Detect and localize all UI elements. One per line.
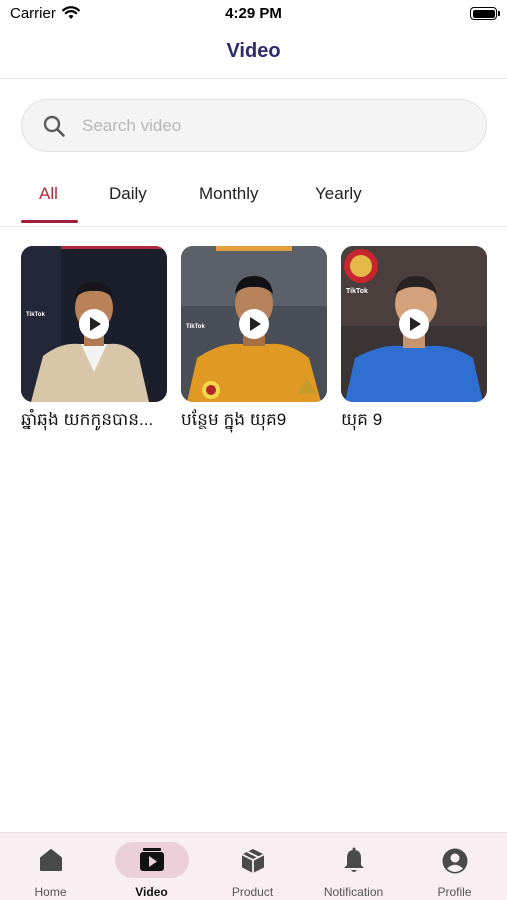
tab-yearly[interactable]: Yearly <box>315 184 362 204</box>
play-icon[interactable] <box>399 309 429 339</box>
tiktok-watermark: TikTok <box>26 312 45 318</box>
video-card[interactable]: TikTok ឆ្នាំឆុង យកកូនបាន... <box>21 246 167 434</box>
video-thumbnail[interactable]: TikTok <box>341 246 487 402</box>
video-card[interactable]: TikTok យុគ 9 <box>341 246 487 434</box>
search-bar[interactable] <box>21 99 487 152</box>
home-icon <box>38 847 64 878</box>
nav-notification-label: Notification <box>323 885 384 899</box>
bottom-navigation: Home Video Product Notification Profile <box>0 832 507 900</box>
nav-home-label: Home <box>34 885 67 899</box>
tab-daily[interactable]: Daily <box>109 184 147 204</box>
nav-home[interactable]: Home <box>0 833 101 900</box>
video-icon <box>138 847 166 878</box>
tiktok-watermark: TikTok <box>186 324 205 330</box>
box-icon <box>239 847 267 880</box>
battery-icon <box>470 7 500 20</box>
search-icon <box>42 114 66 143</box>
nav-product[interactable]: Product <box>202 833 303 900</box>
header-divider <box>0 78 507 79</box>
nav-profile[interactable]: Profile <box>404 833 505 900</box>
bell-icon <box>341 847 367 880</box>
nav-notification[interactable]: Notification <box>303 833 404 900</box>
video-thumbnail[interactable]: TikTok <box>181 246 327 402</box>
video-card[interactable]: TikTok បន្ថែម ក្នុង យុគ9 <box>181 246 327 434</box>
tabs-divider <box>0 226 507 227</box>
tiktok-watermark: TikTok <box>346 288 368 295</box>
filter-tabs: All Daily Monthly Yearly <box>0 176 507 226</box>
nav-product-label: Product <box>231 885 274 899</box>
tab-all[interactable]: All <box>39 184 58 204</box>
page-title: Video <box>226 40 281 62</box>
nav-video-label: Video <box>135 885 168 899</box>
video-title: យុគ 9 <box>341 410 383 429</box>
nav-video[interactable]: Video <box>101 833 202 900</box>
search-input[interactable] <box>82 100 462 151</box>
user-circle-icon <box>441 847 469 880</box>
video-thumbnail[interactable]: TikTok <box>21 246 167 402</box>
status-bar: Carrier 4:29 PM <box>0 0 507 28</box>
clock: 4:29 PM <box>225 5 282 22</box>
tab-monthly[interactable]: Monthly <box>199 184 259 204</box>
active-tab-indicator <box>21 220 78 223</box>
nav-profile-label: Profile <box>437 885 472 899</box>
video-title: បន្ថែម ក្នុង យុគ9 <box>181 410 287 429</box>
play-icon[interactable] <box>239 309 269 339</box>
video-title: ឆ្នាំឆុង យកកូនបាន... <box>21 410 154 429</box>
play-icon[interactable] <box>79 309 109 339</box>
